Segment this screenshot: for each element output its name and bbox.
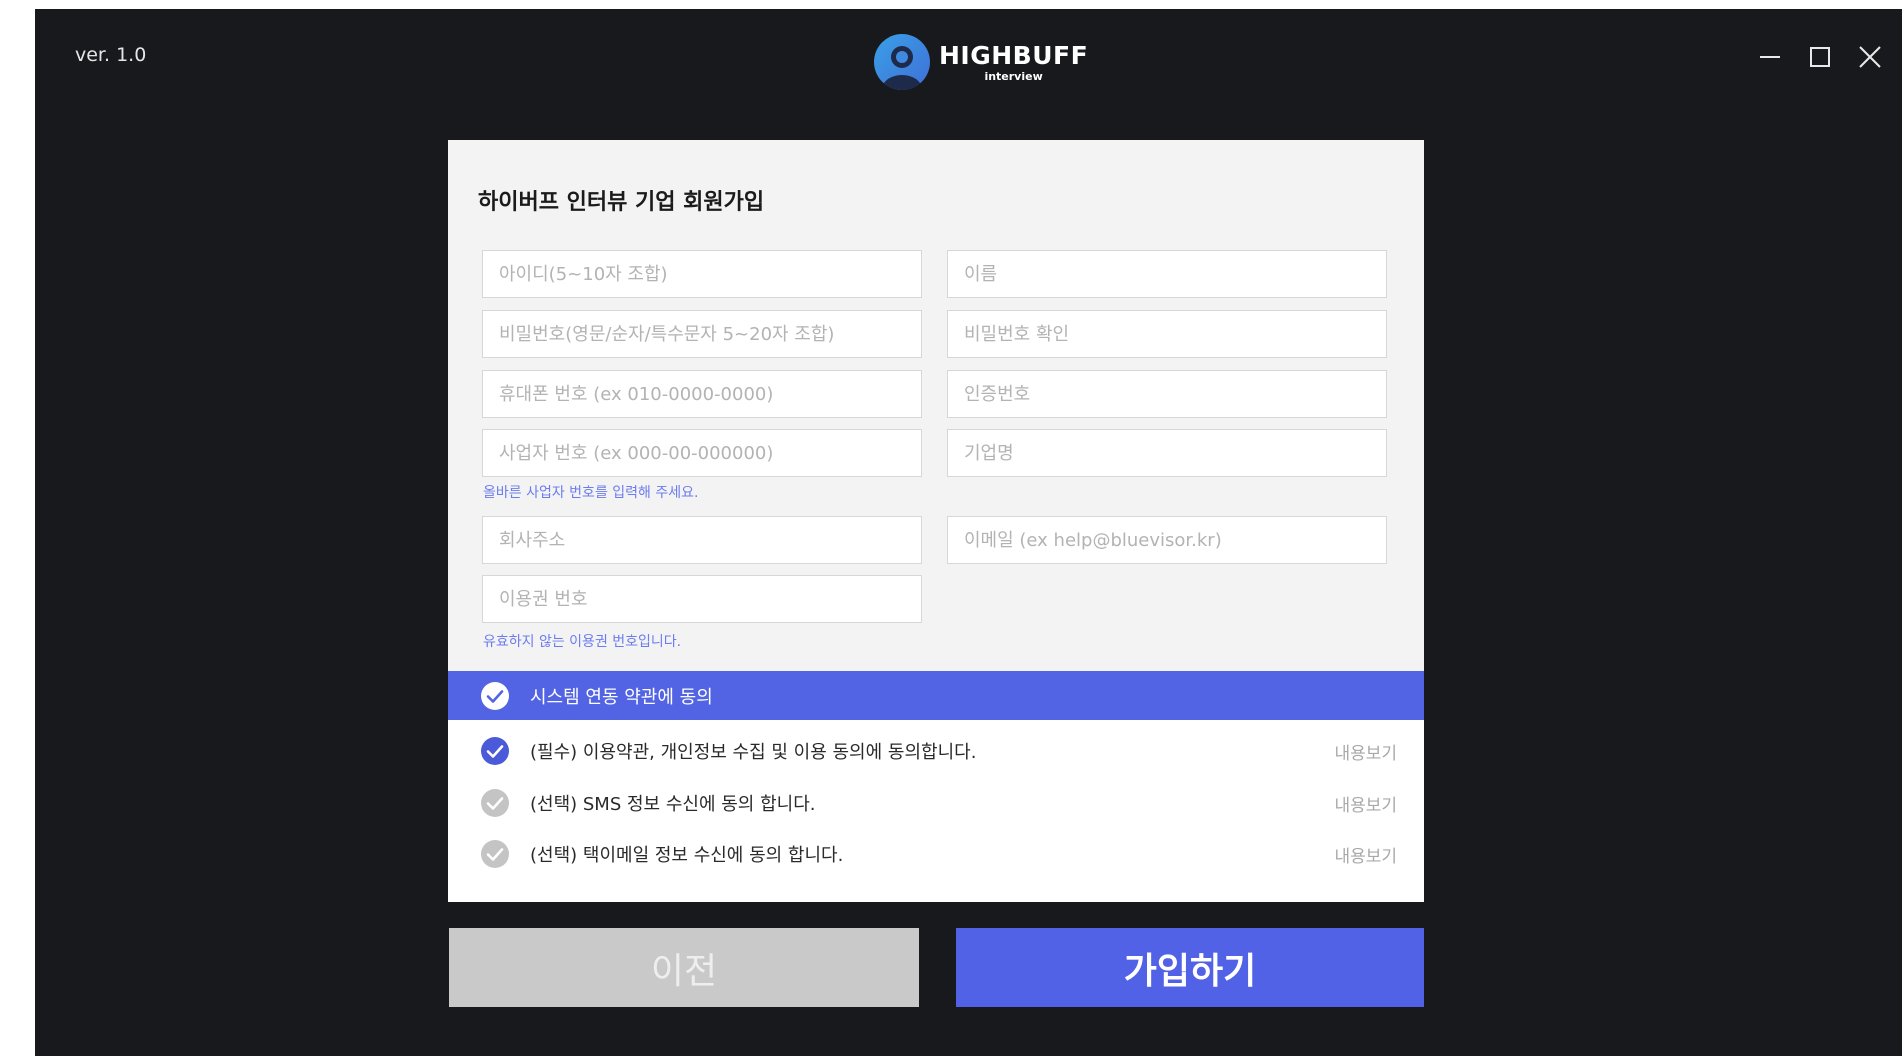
agreement-item-email: (선택) 택이메일 정보 수신에 동의 합니다. 내용보기 (448, 834, 1424, 874)
password-input[interactable] (482, 310, 922, 358)
agreement-label: (선택) SMS 정보 수신에 동의 합니다. (530, 794, 816, 815)
view-email-link[interactable]: 내용보기 (1334, 842, 1397, 867)
person-avatar-icon (874, 34, 930, 90)
check-circle-icon[interactable] (480, 681, 510, 711)
agree-all-row[interactable]: 시스템 연동 약관에 동의 (448, 671, 1424, 720)
check-circle-icon[interactable] (480, 736, 510, 766)
voucher-number-input[interactable] (482, 575, 922, 623)
maximize-icon (1810, 47, 1830, 67)
signup-form: 하이버프 인터뷰 기업 회원가입 올바른 사업자 번호를 입력해 주세요. 유효… (448, 140, 1424, 671)
view-sms-link[interactable]: 내용보기 (1334, 791, 1397, 816)
prev-button[interactable]: 이전 (449, 928, 919, 1007)
minimize-button[interactable] (1758, 45, 1782, 69)
password-confirm-input[interactable] (947, 310, 1387, 358)
company-name-input[interactable] (947, 429, 1387, 477)
business-number-hint: 올바른 사업자 번호를 입력해 주세요. (483, 485, 699, 501)
close-icon (1859, 46, 1881, 68)
app-logo: HIGHBUFF interview (873, 29, 1088, 95)
window-controls (1758, 45, 1882, 69)
business-number-input[interactable] (482, 429, 922, 477)
agreement-item-sms: (선택) SMS 정보 수신에 동의 합니다. 내용보기 (448, 783, 1424, 823)
company-address-input[interactable] (482, 516, 922, 564)
brand-name: HIGHBUFF (939, 40, 1089, 70)
join-button[interactable]: 가입하기 (956, 928, 1424, 1007)
phone-input[interactable] (482, 370, 922, 418)
verification-code-input[interactable] (947, 370, 1387, 418)
maximize-button[interactable] (1808, 45, 1832, 69)
agreement-label: (선택) 택이메일 정보 수신에 동의 합니다. (530, 845, 844, 866)
view-terms-link[interactable]: 내용보기 (1334, 739, 1397, 764)
email-input[interactable] (947, 516, 1387, 564)
brand-subtitle: interview (984, 69, 1043, 83)
check-circle-icon[interactable] (480, 788, 510, 818)
check-circle-icon[interactable] (480, 839, 510, 869)
user-id-input[interactable] (482, 250, 922, 298)
voucher-number-hint: 유효하지 않는 이용권 번호입니다. (483, 634, 682, 650)
agreement-list: (필수) 이용약관, 개인정보 수집 및 이용 동의에 동의합니다. 내용보기 … (448, 720, 1424, 902)
close-button[interactable] (1858, 45, 1882, 69)
minimize-icon (1760, 56, 1780, 58)
agreement-label: (필수) 이용약관, 개인정보 수집 및 이용 동의에 동의합니다. (530, 742, 977, 763)
form-title: 하이버프 인터뷰 기업 회원가입 (478, 190, 765, 215)
name-input[interactable] (947, 250, 1387, 298)
agree-all-label: 시스템 연동 약관에 동의 (530, 686, 713, 708)
version-label: ver. 1.0 (75, 44, 147, 66)
agreement-item-terms: (필수) 이용약관, 개인정보 수집 및 이용 동의에 동의합니다. 내용보기 (448, 731, 1424, 771)
